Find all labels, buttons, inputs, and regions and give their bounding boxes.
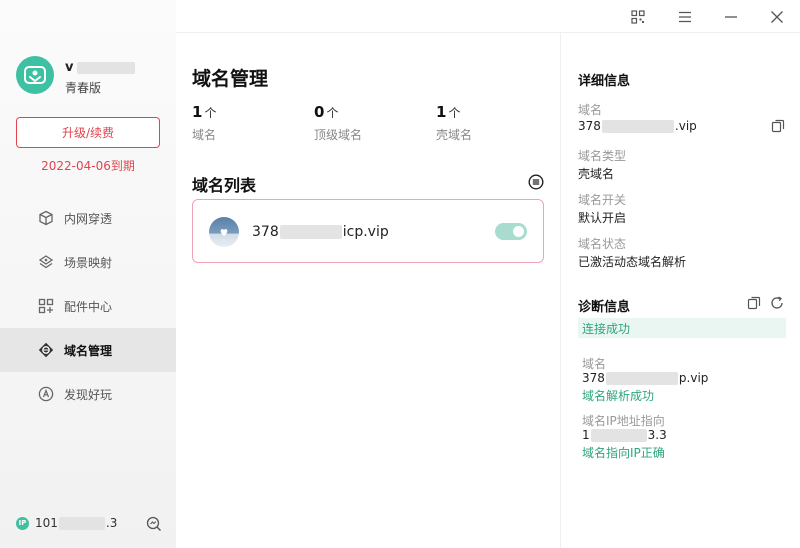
- stat-unit: 个: [204, 106, 217, 120]
- expire-date: 2022-04-06到期: [41, 159, 135, 173]
- sidebar-item-label: 发现好玩: [64, 387, 113, 402]
- diagnosis-title: 诊断信息: [578, 300, 631, 315]
- sidebar: v 青春版 升级/续费 2022-04-06到期 内网穿透 场景映射 配件中心: [0, 0, 176, 548]
- qrcode-icon[interactable]: [627, 6, 649, 28]
- resolve-status: 域名解析成功: [582, 389, 655, 403]
- diagnosis-ip-suffix: 3.3: [647, 428, 667, 442]
- user-logo-icon: [24, 66, 46, 84]
- stat-unit: 个: [326, 106, 339, 120]
- ip-search-icon[interactable]: [146, 516, 162, 532]
- sidebar-item-label: 配件中心: [64, 299, 113, 314]
- sidebar-item-label: 内网穿透: [64, 211, 113, 226]
- stat-number: 0: [314, 103, 325, 121]
- diagnosis-ip-prefix: 1: [582, 428, 590, 442]
- stat-domains: 1个 域名: [192, 103, 216, 143]
- username: v: [65, 60, 136, 75]
- stat-unit: 个: [448, 106, 461, 120]
- copy-icon[interactable]: [771, 119, 785, 133]
- stat-label: 壳域名: [436, 128, 473, 142]
- sidebar-item-discover[interactable]: 发现好玩: [0, 372, 176, 416]
- domain-icon: [37, 342, 54, 359]
- domain-toggle[interactable]: [495, 223, 527, 240]
- copy-icon[interactable]: [747, 296, 761, 310]
- redacted-mask: [279, 225, 342, 239]
- detail-domain-value: 378 .vip: [578, 119, 697, 133]
- redacted-mask: [590, 428, 647, 442]
- diagnosis-domain-prefix: 378: [582, 371, 605, 385]
- detail-type-value: 壳域名: [578, 167, 615, 181]
- domain-name-prefix: 378: [252, 224, 279, 240]
- diagnosis-ip-value: 1 3.3: [582, 428, 667, 442]
- sidebar-item-tunnel[interactable]: 内网穿透: [0, 196, 176, 240]
- ip-suffix: .3: [105, 516, 118, 530]
- detail-type-key: 域名类型: [578, 149, 627, 163]
- sidebar-item-label: 域名管理: [64, 343, 113, 358]
- diagnosis-domain-key: 域名: [582, 357, 607, 371]
- detail-domain-prefix: 378: [578, 119, 601, 133]
- title-bar: [176, 0, 800, 33]
- domain-avatar-icon: [209, 217, 239, 247]
- sidebar-item-scene[interactable]: 场景映射: [0, 240, 176, 284]
- stat-label: 顶级域名: [314, 128, 363, 142]
- public-ip: IP 101 .3: [16, 516, 117, 530]
- minimize-icon[interactable]: [720, 6, 742, 28]
- username-text: v: [65, 60, 74, 75]
- detail-domain-suffix: .vip: [674, 119, 697, 133]
- redacted-mask: [605, 371, 678, 385]
- menu-icon[interactable]: [674, 6, 696, 28]
- diagnosis-ip-key: 域名IP地址指向: [582, 414, 665, 428]
- redacted-mask: [58, 516, 105, 530]
- domain-name-suffix: icp.vip: [342, 224, 389, 240]
- domain-list-item[interactable]: 378 icp.vip: [192, 199, 544, 263]
- stat-number: 1: [436, 103, 447, 121]
- close-icon[interactable]: [766, 6, 788, 28]
- connect-status-badge: 连接成功: [578, 318, 786, 338]
- ip-prefix: 101: [35, 516, 58, 530]
- connect-status-text: 连接成功: [582, 321, 631, 336]
- edition-label: 青春版: [65, 81, 102, 95]
- grid-icon: [37, 298, 54, 315]
- redacted-mask: [601, 119, 674, 133]
- main-content: 域名管理 1个 域名 0个 顶级域名 1个 壳域名 域名列表 378 icp.v…: [176, 33, 560, 548]
- redacted-mask: [77, 61, 136, 74]
- sidebar-nav: 内网穿透 场景映射 配件中心 域名管理 发现好玩: [0, 196, 176, 416]
- detail-panel: 详细信息 域名 378 .vip 域名类型 壳域名 域名开关 默认开启 域名状态…: [560, 33, 800, 548]
- sidebar-item-accessories[interactable]: 配件中心: [0, 284, 176, 328]
- detail-switch-value: 默认开启: [578, 211, 627, 225]
- detail-switch-key: 域名开关: [578, 193, 627, 207]
- detail-title: 详细信息: [578, 74, 631, 89]
- toggle-knob: [513, 226, 524, 237]
- cube-icon: [37, 210, 54, 227]
- sidebar-item-label: 场景映射: [64, 255, 113, 270]
- layers-icon: [37, 254, 54, 271]
- diagnosis-domain-suffix: p.vip: [678, 371, 709, 385]
- stat-number: 1: [192, 103, 203, 121]
- detail-domain-key: 域名: [578, 103, 603, 117]
- ip-badge-icon: IP: [16, 516, 29, 530]
- stat-label: 域名: [192, 128, 217, 142]
- ip-status: 域名指向IP正确: [582, 446, 665, 460]
- detail-status-key: 域名状态: [578, 237, 627, 251]
- domain-name: 378 icp.vip: [252, 224, 389, 240]
- diagnosis-domain-value: 378 p.vip: [582, 371, 708, 385]
- list-menu-icon[interactable]: [528, 174, 544, 190]
- page-title: 域名管理: [192, 68, 269, 90]
- upgrade-button[interactable]: 升级/续费: [16, 117, 160, 148]
- stat-top-level: 0个 顶级域名: [314, 103, 362, 143]
- sidebar-item-domain[interactable]: 域名管理: [0, 328, 176, 372]
- domain-list-title: 域名列表: [192, 176, 257, 195]
- compass-icon: [37, 386, 54, 403]
- stat-shell: 1个 壳域名: [436, 103, 472, 143]
- detail-status-value: 已激活动态域名解析: [578, 255, 687, 269]
- refresh-icon[interactable]: [770, 296, 784, 310]
- avatar[interactable]: [16, 56, 54, 94]
